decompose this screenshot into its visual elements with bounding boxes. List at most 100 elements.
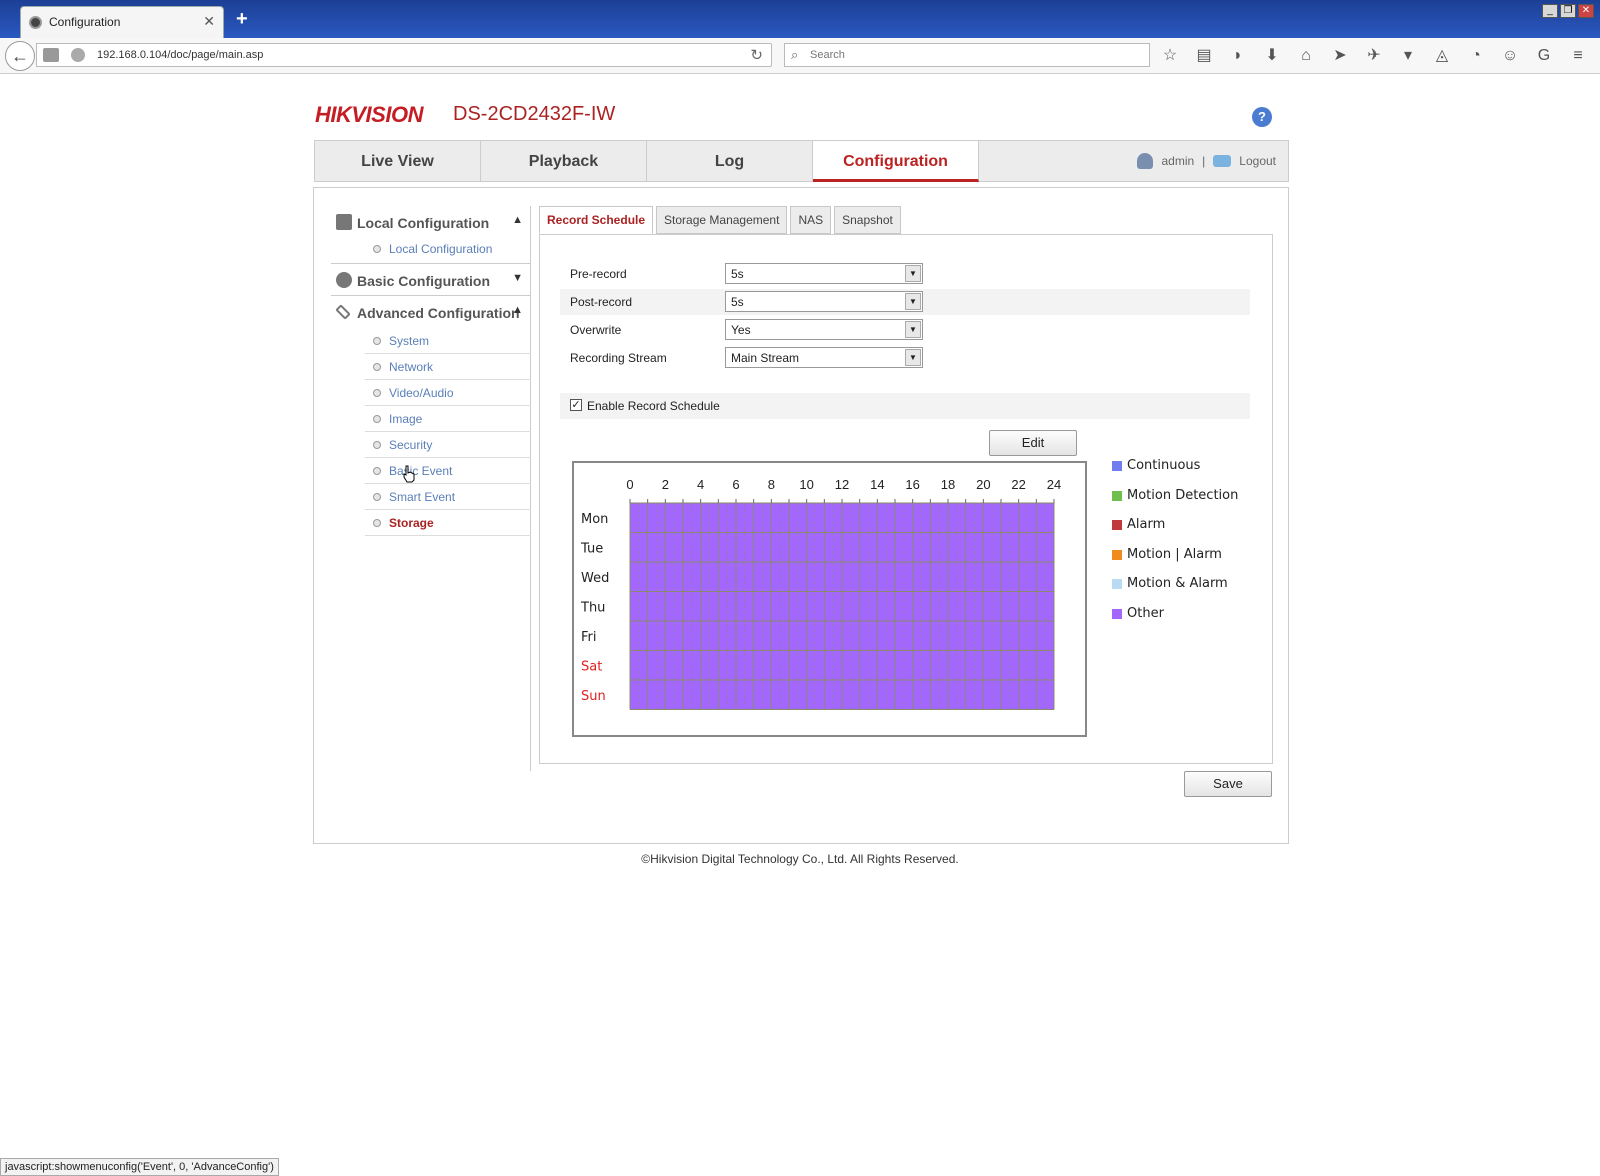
divider [331,295,531,296]
legend-swatch [1112,579,1122,589]
sidebar-item-smart-event[interactable]: Smart Event [365,484,531,510]
tab-playback[interactable]: Playback [481,141,647,182]
tab-record-schedule[interactable]: Record Schedule [539,206,654,234]
monitor-icon [336,214,352,230]
day-label: Fri [581,630,597,645]
sidebar-item-label: Security [389,438,433,452]
browser-tab[interactable]: Configuration ✕ [20,6,224,38]
page-info-icon[interactable] [43,48,59,62]
logout-link[interactable]: Logout [1239,154,1276,168]
sidebar-item-image[interactable]: Image [365,406,531,432]
tab-snapshot[interactable]: Snapshot [834,206,901,234]
hour-label: 10 [799,477,813,492]
bullet-icon [373,519,381,527]
url-bar[interactable]: 192.168.0.104/doc/page/main.asp ↻ [36,43,772,67]
dropdown-icon[interactable]: ▾ [1398,46,1418,66]
tab-configuration[interactable]: Configuration [813,141,979,182]
page-header: HIKVISION DS-2CD2432F-IW ? [315,100,1275,140]
legend-swatch [1112,549,1122,560]
hour-label: 16 [905,477,919,492]
legend-item: Motion & Alarm [1112,575,1262,595]
edit-button[interactable]: Edit [989,430,1077,456]
tab-storage-management[interactable]: Storage Management [656,206,788,234]
tab-title: Configuration [49,15,121,29]
send-icon[interactable]: ➤ [1330,46,1350,66]
legend-item: Other [1112,605,1262,625]
chevron-down-icon: ▼ [512,272,523,284]
legend-item: Alarm [1112,516,1262,536]
dropdown-arrow-icon: ▼ [905,321,921,338]
sidebar-group-advanced[interactable]: Advanced Configuration ▲ [331,298,531,328]
logout-icon[interactable] [1213,155,1232,167]
post-record-select[interactable]: 5s ▼ [725,291,923,312]
close-tab-icon[interactable]: ✕ [203,13,215,30]
sidebar-group-local[interactable]: Local Configuration ▲ [331,208,531,238]
legend-swatch [1112,520,1122,530]
back-button[interactable]: ← [5,41,35,71]
sidebar-item-basic-event[interactable]: Basic Event [365,458,531,484]
hour-label: 8 [768,477,775,492]
hour-label: 0 [626,477,633,492]
pre-record-select[interactable]: 5s ▼ [725,263,923,284]
addon-icon[interactable]: G [1534,46,1554,66]
day-label: Wed [581,571,609,586]
sidebar-item-network[interactable]: Network [365,354,531,380]
sidebar-group-label: Local Configuration [357,215,490,231]
username: admin [1161,154,1195,168]
sidebar-item-security[interactable]: Security [365,432,531,458]
extension-icon[interactable]: ✈ [1364,46,1384,66]
reading-list-icon[interactable]: ▤ [1194,46,1214,66]
sync-icon[interactable]: ◬ [1432,46,1452,66]
hour-label: 18 [941,477,955,492]
record-schedule-panel: Pre-record 5s ▼ Post-record 5s ▼ Overwri… [539,234,1273,764]
sidebar-group-label: Basic Configuration [357,273,491,289]
new-tab-button[interactable]: + [236,8,248,31]
hand-cursor-icon [403,465,415,483]
help-icon[interactable]: ? [1252,107,1272,127]
post-record-row: Post-record 5s ▼ [560,289,1250,315]
sidebar-item-storage[interactable]: Storage [365,510,531,536]
tab-log[interactable]: Log [647,141,813,182]
bullet-icon [373,441,381,449]
sidebar-item-local-configuration[interactable]: Local Configuration [365,236,531,262]
sidebar-item-video-audio[interactable]: Video/Audio [365,380,531,406]
sidebar-item-label: System [389,334,430,348]
brand-logo: HIKVISION [315,102,423,127]
chat-icon[interactable]: ☺ [1500,46,1520,66]
window-close-icon[interactable]: ✕ [1578,4,1594,18]
recording-stream-select[interactable]: Main Stream ▼ [725,347,923,368]
download-icon[interactable]: ⬇ [1262,46,1282,66]
enable-schedule-checkbox[interactable]: ✓ [570,399,582,411]
pocket-icon[interactable]: ◗ [1228,46,1248,66]
user-icon [1137,153,1154,169]
bookmark-star-icon[interactable]: ☆ [1160,46,1180,66]
legend-swatch [1112,490,1122,501]
sidebar-item-label: Image [389,412,423,426]
legend-label: Alarm [1127,517,1166,532]
browser-status-bar: javascript:showmenuconfig('Event', 0, 'A… [0,1158,279,1176]
device-model: DS-2CD2432F-IW [453,103,616,125]
legend-item: Motion Detection [1112,487,1262,507]
overwrite-select[interactable]: Yes ▼ [725,319,923,340]
tab-live-view[interactable]: Live View [315,141,481,182]
browser-navbar: ← 192.168.0.104/doc/page/main.asp ↻ ⌕ Se… [0,38,1600,74]
home-icon[interactable]: ⌂ [1296,46,1316,66]
enable-schedule-label: Enable Record Schedule [587,399,720,413]
enable-schedule-row: ✓ Enable Record Schedule [560,393,1250,419]
tab-nas[interactable]: NAS [790,206,832,234]
sidebar-item-system[interactable]: System [365,328,531,354]
select-value: 5s [731,267,744,281]
history-icon[interactable]: ◔ [1466,46,1486,66]
menu-icon[interactable]: ≡ [1568,46,1588,66]
schedule-grid[interactable]: 0 2 4 6 8 10 12 14 16 18 20 22 24 Mon Tue Wed Thu Fri Sat S… [572,461,1087,737]
day-label: Tue [580,542,603,557]
restore-icon[interactable]: ❐ [1560,4,1576,18]
reload-icon[interactable]: ↻ [750,46,763,64]
divider [331,263,531,264]
minimize-icon[interactable]: _ [1542,4,1558,18]
sidebar-group-basic[interactable]: Basic Configuration ▼ [331,266,531,296]
window-controls: _ ❐ ✕ [1542,4,1594,18]
save-button[interactable]: Save [1184,771,1272,797]
search-bar[interactable]: ⌕ Search [784,43,1150,67]
legend-item: Continuous [1112,457,1262,477]
